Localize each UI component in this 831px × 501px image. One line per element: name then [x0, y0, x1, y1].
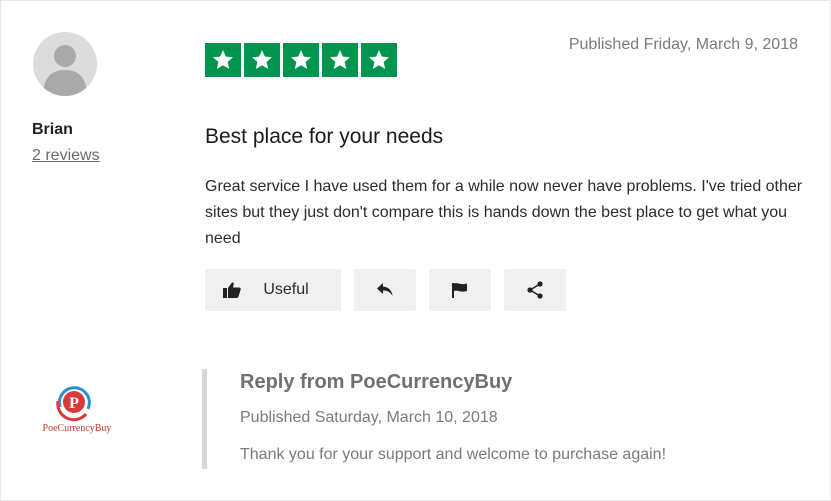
reply-body: Thank you for your support and welcome t… — [240, 446, 667, 463]
review-body: Great service I have used them for a whi… — [205, 178, 803, 247]
useful-button[interactable]: Useful — [205, 269, 341, 311]
poecurrencybuy-logo-icon: P — [56, 386, 91, 422]
company-logo: P PoeCurrencyBuy — [29, 381, 125, 441]
share-button[interactable] — [504, 269, 566, 311]
star-icon — [283, 43, 319, 77]
avatar[interactable] — [33, 32, 97, 96]
review-actions: Useful — [205, 269, 566, 311]
star-icon — [361, 43, 397, 77]
star-rating — [205, 43, 397, 77]
flag-button[interactable] — [429, 269, 491, 311]
svg-text:P: P — [69, 395, 79, 412]
star-icon — [244, 43, 280, 77]
star-icon — [322, 43, 358, 77]
reviewer-name[interactable]: Brian — [32, 121, 73, 139]
reply-button[interactable] — [354, 269, 416, 311]
company-logo-text: PoeCurrencyBuy — [42, 423, 112, 434]
review-card: Brian 2 reviews Published Friday, March … — [0, 0, 831, 501]
useful-button-label: Useful — [263, 281, 309, 298]
reviewer-review-count-link[interactable]: 2 reviews — [32, 147, 100, 165]
reply-title: Reply from PoeCurrencyBuy — [240, 371, 513, 393]
share-icon — [526, 281, 544, 299]
review-title[interactable]: Best place for your needs — [205, 125, 443, 149]
company-reply: Reply from PoeCurrencyBuy Published Satu… — [202, 369, 802, 469]
reply-published-date: Published Saturday, March 10, 2018 — [240, 409, 498, 426]
flag-icon — [451, 282, 469, 298]
reply-icon — [376, 282, 394, 298]
star-icon — [205, 43, 241, 77]
user-silhouette-icon — [43, 45, 87, 96]
thumbs-up-icon — [223, 282, 242, 298]
review-published-date: Published Friday, March 9, 2018 — [568, 36, 798, 53]
